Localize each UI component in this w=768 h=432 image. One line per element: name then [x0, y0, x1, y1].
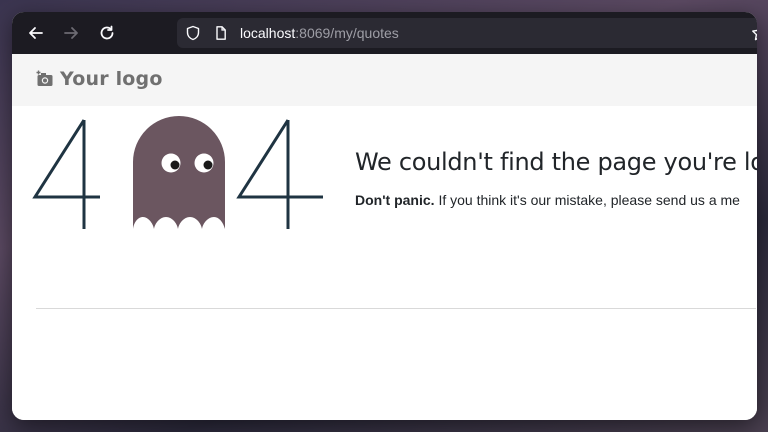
digit-four-left-shape: [32, 119, 100, 229]
arrow-left-icon: [29, 27, 43, 39]
star-icon[interactable]: [751, 24, 757, 42]
forward-button[interactable]: [61, 23, 81, 43]
error-404-graphic: 4: [32, 116, 323, 229]
browser-toolbar: localhost:8069/my/quotes: [12, 12, 757, 54]
camera-plus-icon: [36, 70, 53, 86]
url-text[interactable]: localhost:8069/my/quotes: [240, 25, 399, 41]
logo-text: Your logo: [60, 68, 163, 90]
error-subtext-bold: Don't panic.: [355, 192, 435, 208]
shield-icon[interactable]: [185, 25, 201, 41]
url-path: :8069/my/quotes: [295, 25, 399, 41]
browser-window: localhost:8069/my/quotes Your logo 4: [12, 12, 757, 420]
digit-four-right-shape: [236, 119, 323, 229]
url-bar[interactable]: localhost:8069/my/quotes: [177, 18, 757, 48]
page-icon[interactable]: [213, 25, 229, 41]
reload-icon: [100, 25, 114, 40]
back-button[interactable]: [26, 23, 46, 43]
site-header: Your logo: [12, 54, 757, 106]
arrow-right-icon: [64, 27, 78, 39]
error-subtext-body: If you think it's our mistake, please se…: [434, 192, 740, 208]
error-subtext: Don't panic. If you think it's our mista…: [355, 192, 757, 208]
error-heading: We couldn't find the page you're lo: [355, 148, 757, 176]
ghost-icon: [133, 116, 225, 229]
content-divider: [36, 308, 756, 309]
reload-button[interactable]: [97, 23, 117, 43]
url-host: localhost: [240, 25, 296, 41]
error-message: We couldn't find the page you're lo Don'…: [355, 148, 757, 208]
site-logo[interactable]: Your logo: [36, 68, 163, 90]
